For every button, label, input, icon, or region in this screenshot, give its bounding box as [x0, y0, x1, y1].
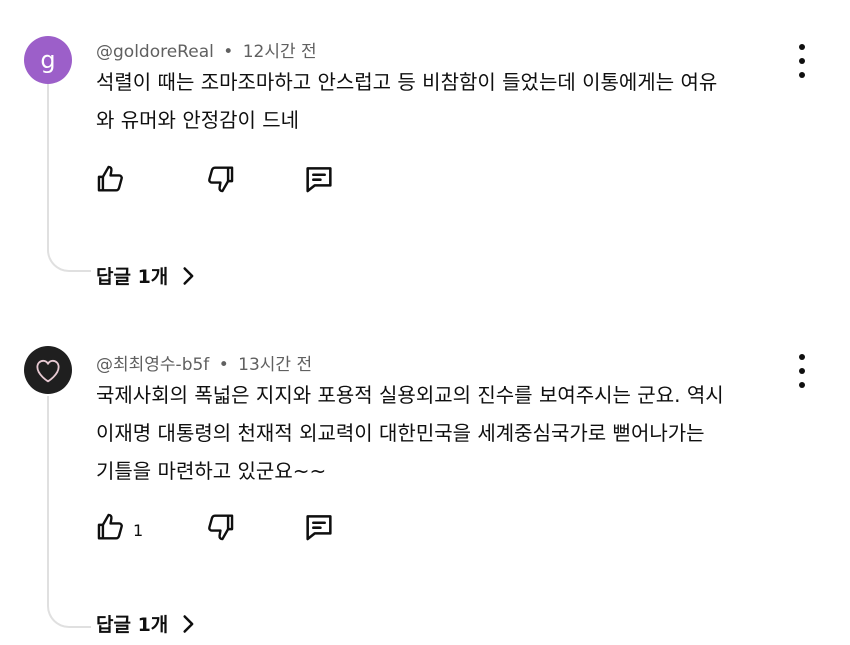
comment-icon [306, 515, 332, 541]
heart-icon [36, 359, 60, 383]
replies-label: 답글 1개 [96, 266, 169, 288]
comment-meta: @최최영수-b5f • 13시간 전 [96, 350, 312, 375]
author-handle[interactable]: @goldoreReal [96, 42, 214, 62]
comment-text: 국제사회의 폭넓은 지지와 포용적 실용외교의 진수를 보여주시는 군요. 역시… [96, 383, 724, 483]
meta-separator: • [218, 355, 229, 375]
comment-item: @최최영수-b5f • 13시간 전 국제사회의 폭넓은 지지와 포용적 실용외… [0, 320, 850, 645]
thumbs-up-icon [97, 513, 123, 540]
thumbs-down-icon [208, 514, 234, 541]
comment-meta: @goldoreReal • 12시간 전 [96, 37, 317, 62]
comment-icon [306, 167, 332, 193]
chevron-right-icon [183, 266, 194, 285]
comment-text: 석렬이 때는 조마조마하고 안스럽고 등 비참함이 들었는데 이통에게는 여유 … [96, 70, 718, 132]
like-button[interactable] [93, 162, 133, 196]
dislike-button[interactable] [204, 510, 238, 544]
like-button[interactable]: 1 [93, 510, 143, 544]
thumbs-down-icon [208, 166, 234, 193]
comment-time[interactable]: 12시간 전 [243, 42, 317, 62]
comment-item: g @goldoreReal • 12시간 전 석렬이 때는 조마조마하고 안스… [0, 0, 850, 300]
author-handle[interactable]: @최최영수-b5f [96, 355, 209, 375]
meta-separator: • [223, 42, 234, 62]
thumbs-up-icon [97, 165, 123, 192]
like-count: 1 [133, 520, 144, 540]
replies-label: 답글 1개 [96, 614, 169, 636]
chevron-right-icon [183, 614, 194, 633]
dislike-button[interactable] [204, 162, 238, 196]
reply-thread-line [47, 396, 91, 628]
avatar[interactable] [24, 346, 72, 394]
avatar-letter: g [40, 46, 56, 74]
reply-thread-line [47, 80, 91, 272]
comment-time[interactable]: 13시간 전 [238, 355, 312, 375]
avatar[interactable]: g [24, 36, 72, 84]
view-replies-button[interactable]: 답글 1개 [96, 610, 198, 637]
reply-button[interactable] [302, 162, 336, 196]
reply-button[interactable] [302, 510, 336, 544]
view-replies-button[interactable]: 답글 1개 [96, 262, 198, 289]
